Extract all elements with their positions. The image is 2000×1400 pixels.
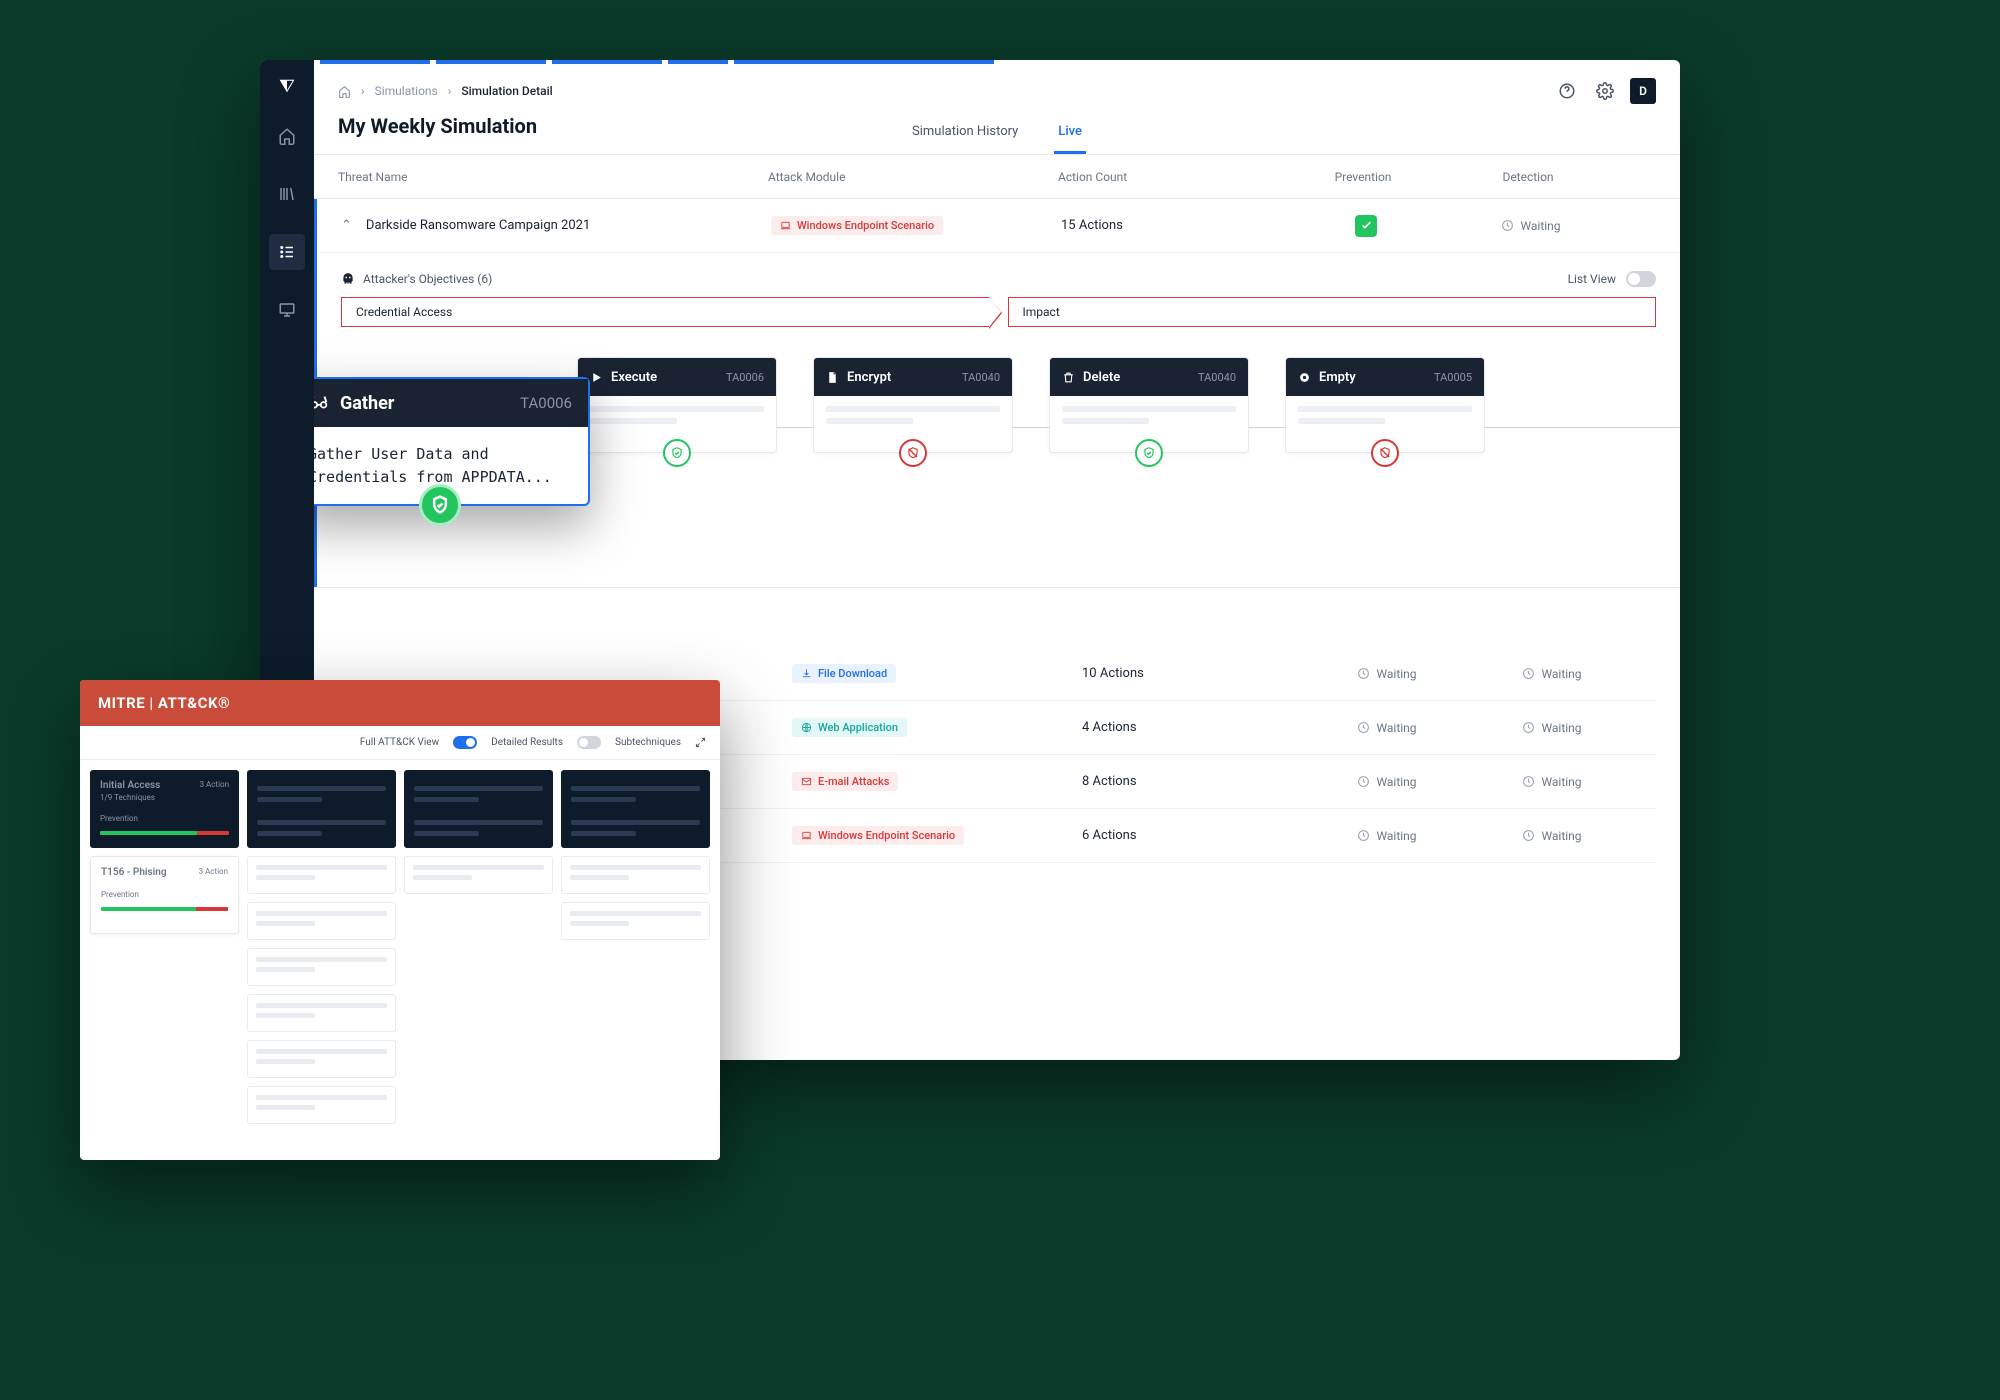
subtechniques-label: Subtechniques: [615, 737, 681, 748]
settings-button[interactable]: [1592, 78, 1618, 104]
detection-status: Waiting: [1472, 829, 1632, 843]
prevention-status: Waiting: [1302, 829, 1472, 843]
table-row[interactable]: ⌃ Darkside Ransomware Campaign 2021 Wind…: [317, 199, 1680, 253]
list-item-placeholder: [247, 1086, 396, 1124]
prevention-status: Waiting: [1302, 775, 1472, 789]
mail-icon: [801, 776, 812, 787]
laptop-icon: [801, 830, 812, 841]
chevron-right-icon: ›: [448, 84, 452, 98]
caret-up-icon[interactable]: ⌃: [341, 218, 352, 233]
col-detection: Detection: [1448, 170, 1608, 184]
mitre-window: MITRE | ATT&CK® Full ATT&CK View Detaile…: [80, 680, 720, 1160]
expanded-row: ⌃ Darkside Ransomware Campaign 2021 Wind…: [314, 199, 1680, 587]
table-head: Threat Name Attack Module Action Count P…: [314, 155, 1680, 199]
action-count: 4 Actions: [1082, 720, 1302, 735]
threat-name: Darkside Ransomware Campaign 2021: [366, 218, 590, 233]
list-item-placeholder: [561, 902, 710, 940]
status-badge-red: [899, 439, 927, 467]
tab-history[interactable]: Simulation History: [908, 114, 1022, 154]
topbar: › Simulations › Simulation Detail D: [314, 64, 1680, 104]
help-button[interactable]: [1554, 78, 1580, 104]
list-item-placeholder: [247, 856, 396, 894]
prevention-status: Waiting: [1302, 721, 1472, 735]
chevron-right-icon: ›: [361, 84, 365, 98]
list-item-placeholder: [561, 856, 710, 894]
globe-icon: [801, 722, 812, 733]
full-view-label: Full ATT&CK View: [360, 737, 439, 748]
mitre-card-phishing[interactable]: T156 - Phising3 Action Prevention: [90, 856, 239, 934]
skull-icon: [341, 272, 355, 286]
mitre-card-placeholder[interactable]: [247, 770, 396, 848]
view-tabs: Simulation History Live: [314, 114, 1680, 155]
flow-section: Gather TA0006 Gather User Data and Crede…: [317, 357, 1680, 587]
objective-chip[interactable]: Impact: [1008, 297, 1657, 327]
list-item-placeholder: [247, 948, 396, 986]
col-actions: Action Count: [1058, 170, 1278, 184]
module-tag: File Download: [792, 664, 896, 683]
list-item-placeholder: [247, 1040, 396, 1078]
breadcrumb-simulations[interactable]: Simulations: [375, 84, 438, 98]
laptop-icon: [780, 220, 791, 231]
prevention-status: Waiting: [1302, 667, 1472, 681]
avatar[interactable]: D: [1630, 78, 1656, 104]
action-count: 8 Actions: [1082, 774, 1302, 789]
breadcrumb: › Simulations › Simulation Detail: [338, 84, 553, 98]
app-logo: ⧨: [277, 76, 297, 96]
shield-ok-icon: [1355, 215, 1377, 237]
detection-status: Waiting: [1472, 775, 1632, 789]
home-icon[interactable]: [338, 85, 351, 98]
objectives-section: Attacker's Objectives (6) List View Cred…: [317, 253, 1680, 327]
sidebar-list[interactable]: [269, 234, 305, 270]
glasses-icon: [314, 392, 330, 414]
action-count: 10 Actions: [1082, 666, 1302, 681]
list-view-toggle[interactable]: [1626, 271, 1656, 287]
tab-live[interactable]: Live: [1054, 114, 1086, 154]
action-count: 6 Actions: [1082, 828, 1302, 843]
col-module: Attack Module: [768, 170, 1058, 184]
list-item-placeholder: [247, 902, 396, 940]
mitre-grid: Initial Access3 Action 1/9 Techniques Pr…: [80, 760, 720, 1134]
module-tag: Web Application: [792, 718, 907, 737]
download-icon: [801, 668, 812, 679]
module-tag: Windows Endpoint Scenario: [792, 826, 964, 845]
sidebar-home[interactable]: [269, 118, 305, 154]
objective-chip[interactable]: Credential Access: [341, 297, 990, 327]
module-tag: E-mail Attacks: [792, 772, 898, 791]
full-view-toggle[interactable]: [453, 736, 477, 749]
col-prevention: Prevention: [1278, 170, 1448, 184]
detailed-label: Detailed Results: [491, 737, 563, 748]
mitre-card-initial-access[interactable]: Initial Access3 Action 1/9 Techniques Pr…: [90, 770, 239, 848]
module-tag: Windows Endpoint Scenario: [771, 216, 943, 235]
expand-icon[interactable]: [695, 737, 706, 748]
gather-card[interactable]: Gather TA0006 Gather User Data and Crede…: [314, 377, 590, 506]
detailed-toggle[interactable]: [577, 736, 601, 749]
mitre-toolbar: Full ATT&CK View Detailed Results Subtec…: [80, 726, 720, 760]
list-view-label: List View: [1568, 272, 1616, 286]
detection-status: Waiting: [1472, 721, 1632, 735]
sidebar-library[interactable]: [269, 176, 305, 212]
mitre-card-placeholder[interactable]: [561, 770, 710, 848]
mitre-brand: MITRE | ATT&CK®: [80, 680, 720, 726]
mitre-card-placeholder[interactable]: [404, 770, 553, 848]
status-badge-red: [1371, 439, 1399, 467]
list-item-placeholder: [247, 994, 396, 1032]
shield-ok-badge: [419, 484, 461, 526]
topbar-actions: D: [1554, 78, 1656, 104]
objectives-label: Attacker's Objectives (6): [363, 272, 492, 286]
detection-status: Waiting: [1472, 667, 1632, 681]
col-threat: Threat Name: [338, 170, 768, 184]
status-badge-green: [1135, 439, 1163, 467]
action-count: 15 Actions: [1061, 218, 1281, 233]
sidebar-monitor[interactable]: [269, 292, 305, 328]
list-item-placeholder: [404, 856, 553, 894]
detection-status: Waiting: [1451, 219, 1611, 233]
breadcrumb-current: Simulation Detail: [461, 84, 552, 98]
status-badge-green: [663, 439, 691, 467]
